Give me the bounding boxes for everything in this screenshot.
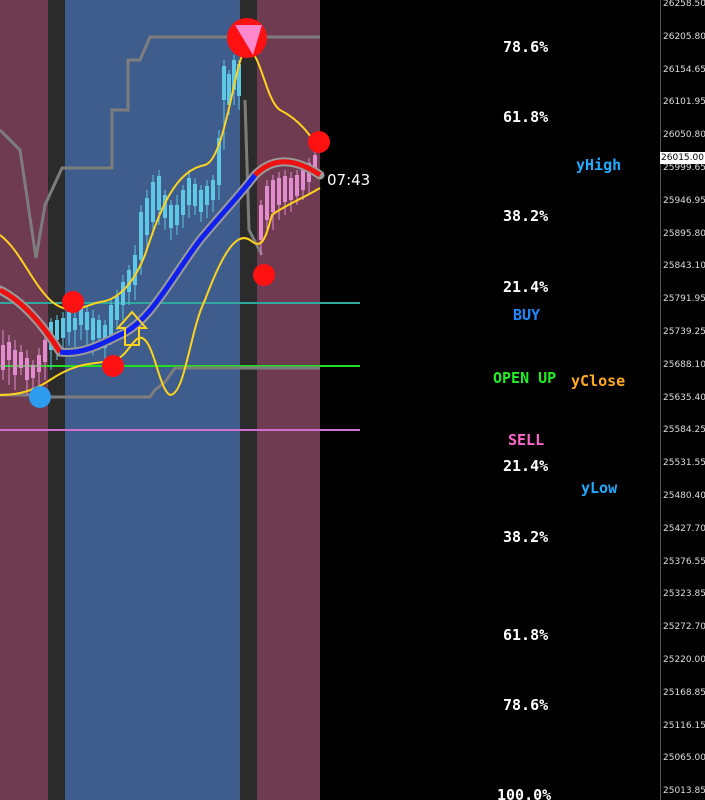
price-tick-label: 26258.50 [663,0,705,9]
price-tick-label: 25635.40 [663,392,705,403]
price-tick-label: 25220.00 [663,655,705,665]
yclose-label: yClose [571,372,626,390]
price-tick-label: 25427.70 [663,523,705,534]
candle-body [133,255,137,285]
open-up-label: OPEN UP [493,369,557,387]
price-tick-label: 25584.25 [663,425,705,436]
fib-label: 100.0% [497,786,552,800]
candle-body [121,282,125,305]
candle-body [37,355,41,372]
signal-dot [308,131,330,153]
signal-dot [29,386,51,408]
price-tick-label: 25999.65 [663,163,705,173]
session-gap [240,0,257,800]
signal-dot [62,291,84,313]
candle-body [157,176,161,210]
price-tick-label: 25531.55 [663,458,705,469]
candle-body [19,352,23,368]
fib-label: 78.6% [503,696,549,714]
candle-body [55,320,59,340]
current-price-tag: 26015.00 [660,152,705,164]
candle-body [199,190,203,212]
sell-label: SELL [508,431,545,449]
price-tick-label: 25739.25 [663,327,705,337]
candle-body [67,312,71,332]
signal-dot [102,355,124,377]
chart-window[interactable]: 26258.50 26205.80 26154.65 26101.95 26050.80… [0,0,705,800]
price-tick-label: 25946.95 [663,195,705,206]
candle-body [259,205,263,240]
price-tick-label: 26050.80 [663,130,705,141]
fib-label: 21.4% [503,278,549,296]
price-tick-label: 25323.85 [663,589,705,600]
candle-body [61,318,65,338]
candle-body [205,186,209,205]
fib-label: 38.2% [503,528,549,546]
session-background [257,0,320,800]
candle-body [301,170,305,190]
price-tick-label: 26205.80 [663,31,705,42]
price-tick-label: 25168.85 [663,687,705,698]
price-tick-label: 26154.65 [663,64,705,75]
candle-body [145,198,149,235]
buy-label: BUY [513,306,541,324]
candle-body [222,66,226,100]
fib-label: 61.8% [503,108,549,126]
fib-label: 21.4% [503,457,549,475]
price-tick-label: 25376.55 [663,556,705,567]
price-tick-label: 25480.40 [663,491,705,501]
candle-body [265,186,269,220]
candle-body [295,175,299,196]
candle-body [169,205,173,228]
candle-body [91,318,95,340]
candle-body [139,212,143,260]
candle-body [73,318,77,330]
price-chart[interactable] [0,0,705,800]
candle-body [181,190,185,215]
candle-body [277,178,281,205]
candle-body [151,182,155,222]
price-tick-label: 25895.80 [663,228,705,239]
candle-body [283,176,287,202]
candle-body [289,178,293,200]
candle-body [211,180,215,200]
candle-body [85,312,89,330]
price-tick-label: 25116.15 [663,720,705,731]
price-tick-label: 25843.10 [663,261,705,272]
candle-body [7,342,11,360]
bar-countdown: 07:43 [327,171,371,189]
price-tick-label: 25791.95 [663,294,705,305]
candle-body [175,205,179,225]
fib-label: 38.2% [503,207,549,225]
candle-body [31,365,35,378]
candle-body [13,350,17,375]
candle-body [97,320,101,338]
price-tick-label: 25688.10 [663,359,705,370]
session-background [65,0,240,800]
signal-dot [253,264,275,286]
candle-body [43,340,47,362]
candle-body [109,305,113,335]
candle-body [187,178,191,205]
fib-label: 61.8% [503,626,549,644]
ylow-label: yLow [581,479,618,497]
price-tick-label: 25013.85 [663,786,705,797]
price-tick-label: 26101.95 [663,97,705,108]
candle-body [193,184,197,206]
candle-body [25,358,29,380]
candle-body [271,180,275,212]
fib-label: 78.6% [503,38,549,56]
candle-body [115,296,119,320]
price-tick-label: 25272.70 [663,622,705,633]
candle-body [1,345,5,370]
yhigh-label: yHigh [576,156,622,174]
price-tick-label: 25065.00 [663,753,705,764]
